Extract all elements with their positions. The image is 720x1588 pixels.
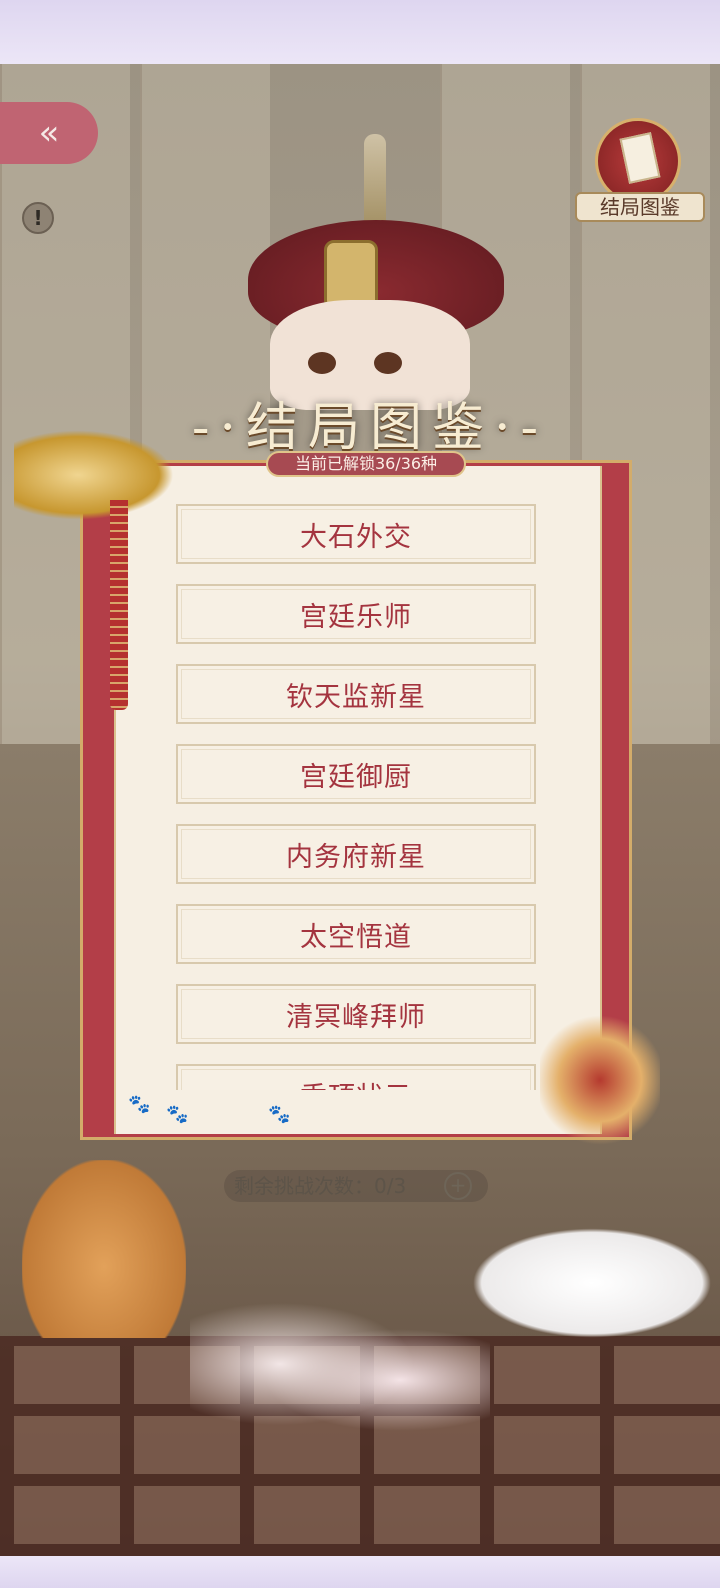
endings-list[interactable]: 大石外交 宫廷乐师 钦天监新星 宫廷御厨 内务府新星 太空悟道 清冥峰拜师 秃顶… bbox=[176, 504, 536, 1090]
ending-item[interactable]: 大石外交 bbox=[176, 504, 536, 564]
back-button[interactable]: « bbox=[0, 102, 98, 164]
navigation-bar bbox=[0, 1556, 720, 1588]
ending-item[interactable]: 内务府新星 bbox=[176, 824, 536, 884]
ending-item[interactable]: 太空悟道 bbox=[176, 904, 536, 964]
orange-cat bbox=[22, 1160, 186, 1338]
plus-icon[interactable]: + bbox=[444, 1172, 472, 1200]
ending-book-button[interactable]: 结局图鉴 bbox=[575, 118, 705, 228]
dialog-title-band: -·结局图鉴·- bbox=[160, 382, 580, 462]
white-cat bbox=[472, 1228, 712, 1338]
status-bar bbox=[0, 0, 720, 64]
ending-item[interactable]: 宫廷乐师 bbox=[176, 584, 536, 644]
dialog-title: -·结局图鉴·- bbox=[191, 397, 549, 458]
character-eye bbox=[308, 352, 336, 374]
red-flower-ornament bbox=[540, 1010, 660, 1150]
unlock-status-badge: 当前已解锁36/36种 bbox=[266, 451, 466, 477]
ending-book-label: 结局图鉴 bbox=[575, 192, 705, 222]
double-chevron-left-icon: « bbox=[38, 113, 60, 153]
gold-phoenix-ornament bbox=[14, 430, 174, 520]
flowers-decoration bbox=[190, 1300, 490, 1460]
ending-item[interactable]: 钦天监新星 bbox=[176, 664, 536, 724]
scroll-book-icon bbox=[619, 132, 661, 184]
red-tassel-ornament bbox=[110, 500, 128, 710]
ending-item[interactable]: 秃顶状元 bbox=[176, 1064, 536, 1090]
paw-print-icon: 🐾 bbox=[128, 1094, 151, 1115]
paw-print-icon: 🐾 bbox=[268, 1104, 291, 1125]
exclamation-icon[interactable]: ! bbox=[22, 202, 54, 234]
ending-item[interactable]: 清冥峰拜师 bbox=[176, 984, 536, 1044]
paw-print-icon: 🐾 bbox=[166, 1104, 189, 1125]
ending-item[interactable]: 宫廷御厨 bbox=[176, 744, 536, 804]
character-eye bbox=[374, 352, 402, 374]
